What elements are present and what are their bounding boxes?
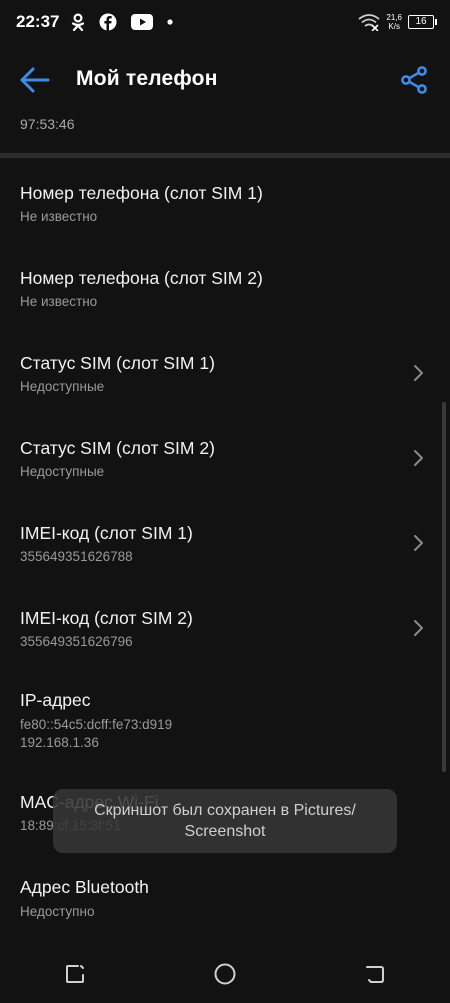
dot-icon (167, 19, 174, 25)
section-divider (0, 153, 450, 158)
notification-icons (71, 13, 174, 31)
item-value: Недоступные (20, 379, 105, 394)
wifi-icon (358, 14, 380, 31)
chevron-right-icon (414, 620, 423, 636)
home-icon (214, 963, 236, 984)
list-item-phone-number-sim1[interactable]: Номер телефона (слот SIM 1) Не известно (0, 170, 450, 245)
item-value: Недоступные (20, 464, 105, 479)
net-speed-value: 21,6 (386, 13, 402, 22)
item-label: Адрес Bluetooth (20, 877, 149, 897)
item-value: Не известно (20, 209, 98, 224)
list-item-imei-sim2[interactable]: IMEI-код (слот SIM 2) 355649351626796 (0, 595, 450, 670)
home-button[interactable] (205, 954, 245, 994)
item-label: Номер телефона (слот SIM 1) (20, 183, 263, 203)
status-bar: 22:37 21,6 K/s 16 (0, 0, 450, 44)
recent-apps-icon (66, 964, 84, 983)
app-bar: Мой телефон (0, 50, 450, 110)
net-speed: 21,6 K/s (386, 13, 402, 31)
item-label: Номер телефона (слот SIM 2) (20, 268, 263, 288)
odnoklassniki-icon (72, 13, 85, 31)
item-value: Не известно (20, 294, 98, 309)
screenshot-toast: Скриншот был сохранен в Pictures/ Screen… (53, 789, 397, 853)
list-item-sim-status-sim1[interactable]: Статус SIM (слот SIM 1) Недоступные (0, 340, 450, 415)
system-icons: 21,6 K/s 16 (358, 13, 437, 31)
chevron-right-icon (414, 365, 423, 381)
battery-icon: 16 (408, 15, 437, 29)
battery-level: 16 (415, 16, 427, 27)
item-label: Статус SIM (слот SIM 1) (20, 353, 215, 373)
net-speed-unit: K/s (388, 22, 400, 31)
recent-apps-button[interactable] (55, 954, 95, 994)
previous-item-value: 97:53:46 (20, 116, 75, 132)
item-value: fe80::54c5:dcff:fe73:d919 (20, 717, 173, 732)
back-arrow-icon[interactable] (18, 64, 52, 96)
list-item-ip-address[interactable]: IP-адрес fe80::54c5:dcff:fe73:d919 192.1… (0, 680, 450, 770)
item-value: 355649351626788 (20, 549, 133, 564)
item-label: IP-адрес (20, 690, 91, 710)
share-icon[interactable] (400, 65, 430, 95)
scrollbar[interactable] (442, 402, 446, 772)
back-icon (366, 965, 384, 983)
list-item-phone-number-sim2[interactable]: Номер телефона (слот SIM 2) Не известно (0, 255, 450, 330)
item-value: 355649351626796 (20, 634, 133, 649)
list-item-sim-status-sim2[interactable]: Статус SIM (слот SIM 2) Недоступные (0, 425, 450, 500)
status-time: 22:37 (16, 12, 60, 31)
item-value: Недоступно (20, 904, 95, 919)
toast-line-1: Скриншот был сохранен в Pictures/ (94, 802, 356, 819)
navigation-bar (0, 944, 450, 1003)
item-label: IMEI-код (слот SIM 1) (20, 523, 193, 543)
chevron-right-icon (414, 450, 423, 466)
item-label: IMEI-код (слот SIM 2) (20, 608, 193, 628)
facebook-icon (99, 13, 117, 31)
page-title: Мой телефон (76, 67, 218, 90)
toast-line-2: Screenshot (184, 823, 266, 840)
youtube-icon (131, 14, 154, 30)
chevron-right-icon (414, 535, 423, 551)
item-label: Статус SIM (слот SIM 2) (20, 438, 215, 458)
list-item-bluetooth-address[interactable]: Адрес Bluetooth Недоступно (0, 865, 450, 940)
back-button[interactable] (355, 954, 395, 994)
item-value-secondary: 192.168.1.36 (20, 735, 99, 750)
list-item-imei-sim1[interactable]: IMEI-код (слот SIM 1) 355649351626788 (0, 510, 450, 585)
